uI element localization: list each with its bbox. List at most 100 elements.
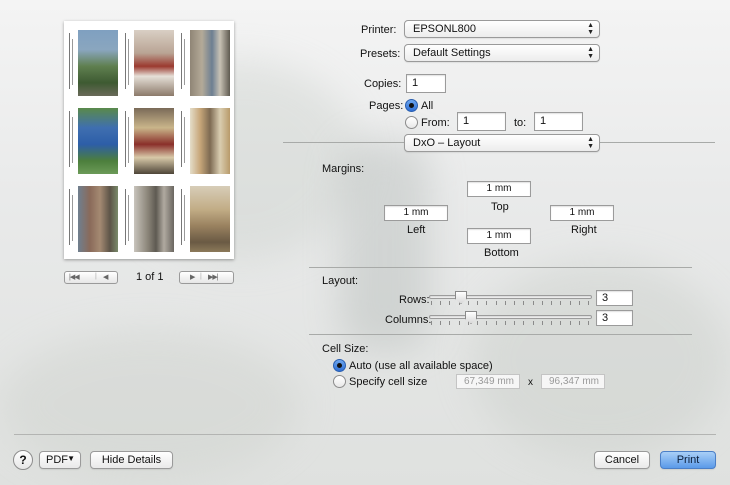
pdf-menu-button[interactable]: PDF ▼: [39, 451, 81, 469]
layout-heading: Layout:: [322, 275, 359, 287]
cell-size-auto-radio[interactable]: [333, 359, 346, 372]
margin-left-field[interactable]: 1 mm: [384, 205, 448, 221]
columns-field[interactable]: 3: [596, 310, 633, 326]
cell-size-specify-radio[interactable]: [333, 375, 346, 388]
preview-thumbnail: [180, 27, 232, 99]
copies-field[interactable]: 1: [406, 74, 446, 93]
preview-thumbnail: [124, 183, 176, 255]
columns-label: Columns:: [385, 314, 432, 326]
slider-tick: [440, 321, 441, 325]
preview-caption: [69, 33, 71, 89]
slider-tick: [588, 301, 589, 305]
printer-label: Printer:: [361, 24, 397, 36]
margin-right-label: Right: [571, 224, 597, 236]
slider-tick: [523, 321, 524, 325]
popup-arrows-icon: ▲ ▼: [587, 22, 594, 36]
preview-caption: [72, 195, 74, 241]
rows-slider-ticks: [431, 301, 591, 306]
print-button[interactable]: Print: [660, 451, 716, 469]
presets-label: Presets:: [360, 48, 401, 60]
preview-thumbnail: [124, 105, 176, 177]
next-page-icon[interactable]: ▶: [190, 273, 195, 281]
slider-tick: [579, 321, 580, 325]
slider-tick: [514, 301, 515, 305]
preview-caption: [72, 117, 74, 163]
pager-forward-group: ▶ | ▶▶|: [179, 271, 234, 284]
previous-page-icon[interactable]: ◀: [103, 273, 108, 281]
slider-tick: [551, 321, 552, 325]
preview-caption: [128, 39, 130, 85]
slider-tick: [459, 321, 460, 325]
slider-tick: [570, 321, 571, 325]
slider-tick: [477, 321, 478, 325]
slider-tick: [551, 301, 552, 305]
preview-photo: [134, 30, 174, 96]
cell-size-auto-label: Auto (use all available space): [349, 360, 493, 372]
hide-details-button[interactable]: Hide Details: [90, 451, 173, 469]
margin-right-field[interactable]: 1 mm: [550, 205, 614, 221]
slider-tick: [431, 301, 432, 305]
slider-tick: [560, 321, 561, 325]
preview-caption: [69, 189, 71, 245]
margin-left-label: Left: [407, 224, 426, 236]
slider-tick: [570, 301, 571, 305]
preview-thumbnail: [68, 183, 120, 255]
margin-bottom-field[interactable]: 1 mm: [467, 228, 531, 244]
pager-divider: |: [95, 273, 97, 280]
cell-size-specify-label: Specify cell size: [349, 376, 428, 388]
section-separator: [309, 334, 692, 335]
slider-tick: [505, 301, 506, 305]
cancel-button[interactable]: Cancel: [594, 451, 650, 469]
pages-from-label: From:: [421, 117, 450, 129]
pages-to-field[interactable]: 1: [534, 112, 583, 131]
slider-tick: [496, 321, 497, 325]
rows-field[interactable]: 3: [596, 290, 633, 306]
preview-caption: [181, 111, 183, 167]
slider-tick: [542, 301, 543, 305]
print-preview-page: [64, 21, 234, 259]
slider-tick: [505, 321, 506, 325]
first-page-icon[interactable]: |◀◀: [69, 273, 80, 281]
preview-thumbnail: [180, 105, 232, 177]
pager-back-group: |◀◀ | ◀: [64, 271, 118, 284]
columns-slider-ticks: [431, 321, 591, 326]
slider-tick: [533, 321, 534, 325]
slider-tick: [579, 301, 580, 305]
preview-photo: [134, 108, 174, 174]
presets-popup[interactable]: Default Settings ▲ ▼: [404, 44, 600, 62]
preview-caption: [72, 39, 74, 85]
pager-divider: |: [200, 273, 202, 280]
pdf-label: PDF: [46, 454, 68, 466]
chevron-down-icon: ▼: [67, 454, 75, 463]
slider-tick: [560, 301, 561, 305]
slider-tick: [496, 301, 497, 305]
slider-tick: [486, 321, 487, 325]
slider-tick: [514, 321, 515, 325]
panel-popup[interactable]: DxO – Layout ▲ ▼: [404, 134, 600, 152]
preview-photo: [190, 186, 230, 252]
pages-from-radio[interactable]: [405, 116, 418, 129]
last-page-icon[interactable]: ▶▶|: [208, 273, 219, 281]
margin-top-label: Top: [491, 201, 509, 213]
preview-photo: [78, 30, 118, 96]
slider-tick: [533, 301, 534, 305]
section-separator: [309, 267, 692, 268]
rows-slider-track[interactable]: [429, 295, 592, 299]
cell-height-field[interactable]: 96,347 mm: [541, 374, 605, 389]
preview-caption: [125, 189, 127, 245]
pages-from-field[interactable]: 1: [457, 112, 506, 131]
printer-popup[interactable]: EPSONL800 ▲ ▼: [404, 20, 600, 38]
slider-tick: [542, 321, 543, 325]
preview-photo: [134, 186, 174, 252]
slider-tick: [523, 301, 524, 305]
help-button[interactable]: ?: [13, 450, 33, 470]
pages-all-radio[interactable]: [405, 99, 418, 112]
columns-slider-track[interactable]: [429, 315, 592, 319]
preview-thumbnail: [124, 27, 176, 99]
printer-value: EPSONL800: [413, 23, 476, 35]
margin-bottom-label: Bottom: [484, 247, 519, 259]
margin-top-field[interactable]: 1 mm: [467, 181, 531, 197]
preview-caption: [128, 195, 130, 241]
cell-width-field[interactable]: 67,349 mm: [456, 374, 520, 389]
preview-caption: [181, 33, 183, 89]
